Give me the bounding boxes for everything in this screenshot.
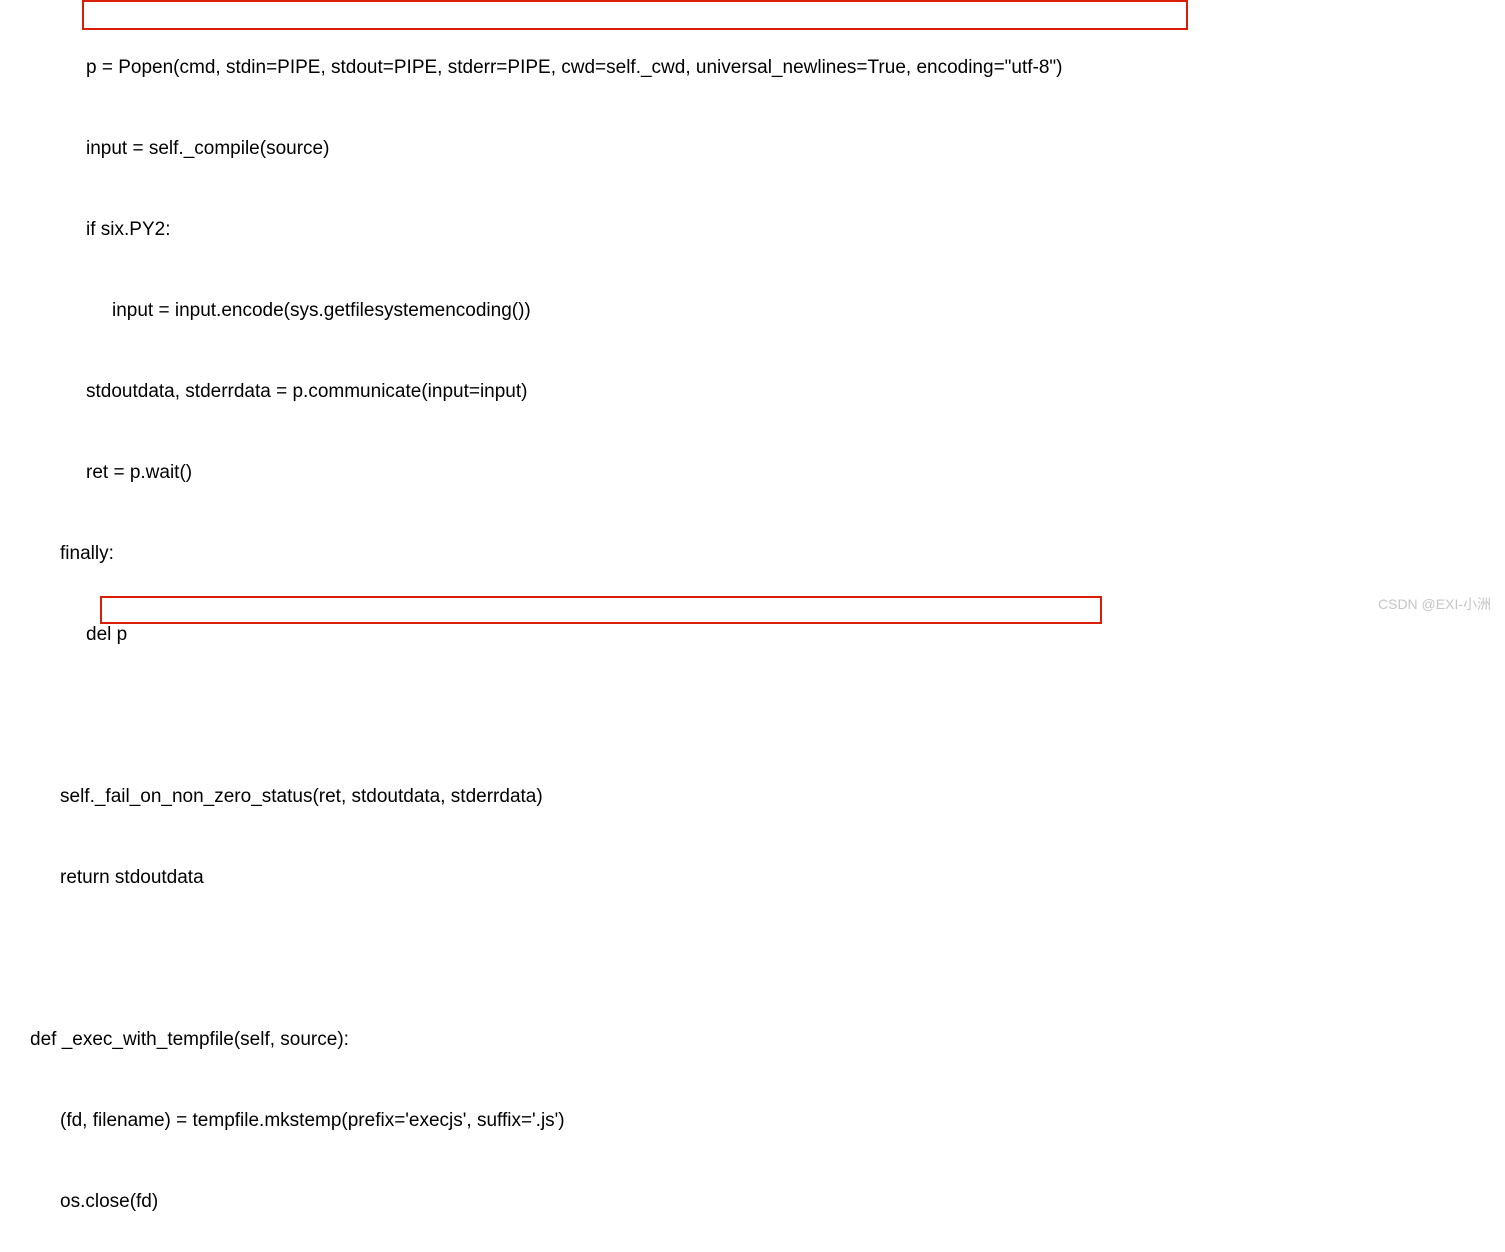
code-line: return stdoutdata	[0, 864, 1505, 891]
code-line: stdoutdata, stderrdata = p.communicate(i…	[0, 378, 1505, 405]
code-line: input = input.encode(sys.getfilesystemen…	[0, 297, 1505, 324]
code-line: (fd, filename) = tempfile.mkstemp(prefix…	[0, 1107, 1505, 1134]
code-line: p = Popen(cmd, stdin=PIPE, stdout=PIPE, …	[0, 54, 1505, 81]
code-line-blank	[0, 945, 1505, 972]
code-block: p = Popen(cmd, stdin=PIPE, stdout=PIPE, …	[0, 0, 1505, 1252]
code-line: if six.PY2:	[0, 216, 1505, 243]
code-line: self._fail_on_non_zero_status(ret, stdou…	[0, 783, 1505, 810]
code-line: def _exec_with_tempfile(self, source):	[0, 1026, 1505, 1053]
code-line: os.close(fd)	[0, 1188, 1505, 1215]
code-line: ret = p.wait()	[0, 459, 1505, 486]
code-line: input = self._compile(source)	[0, 135, 1505, 162]
code-line-blank	[0, 702, 1505, 729]
code-line: del p	[0, 621, 1505, 648]
code-line: finally:	[0, 540, 1505, 567]
watermark: CSDN @EXI-小洲	[1378, 591, 1491, 618]
